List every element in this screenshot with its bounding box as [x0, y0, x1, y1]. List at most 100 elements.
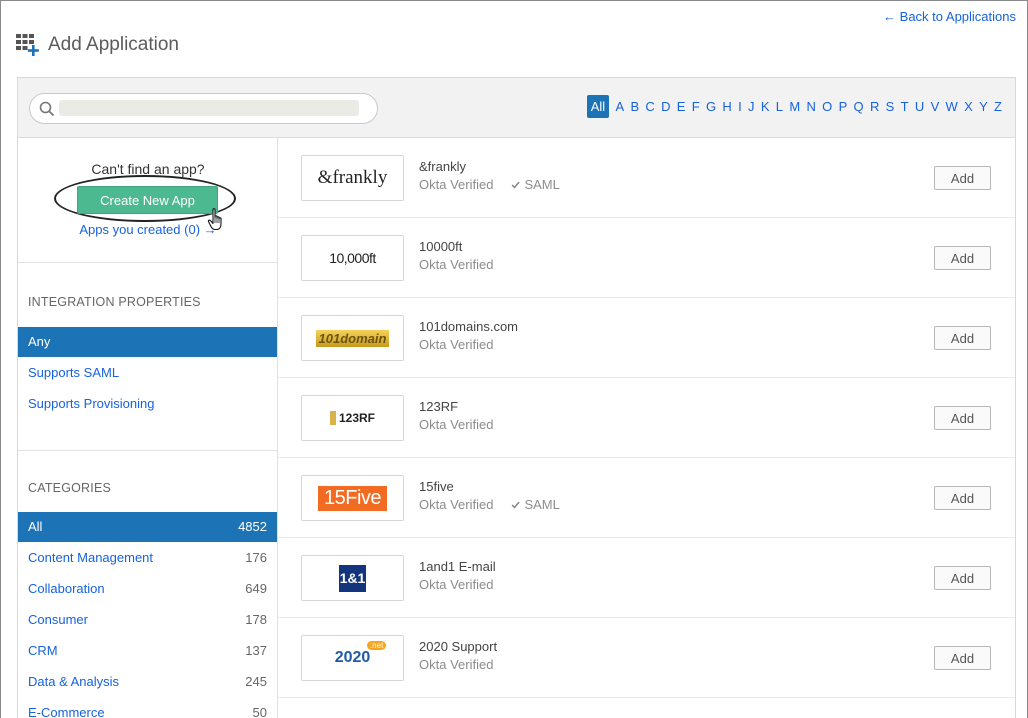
okta-verified-label: Okta Verified: [419, 177, 494, 192]
category-collaboration[interactable]: Collaboration 649: [18, 574, 277, 604]
app-row-15five: 15Five 15five Okta Verified SAML Add: [278, 458, 1015, 538]
category-label: E-Commerce: [28, 705, 105, 718]
app-logo-text: 2020: [334, 649, 371, 666]
integration-filter-label: Supports SAML: [28, 365, 120, 380]
sidebar: Can't find an app? Create New App Apps y…: [18, 138, 278, 718]
app-logo: 1&1: [301, 555, 404, 601]
alpha-filter-b[interactable]: B: [630, 95, 639, 118]
alpha-filter-u[interactable]: U: [915, 95, 924, 118]
category-count: 50: [252, 705, 267, 718]
alpha-filter-x[interactable]: X: [964, 95, 973, 118]
category-count: 649: [245, 581, 267, 596]
app-logo-mark: 2020 .net: [334, 641, 387, 667]
category-label: Content Management: [28, 550, 154, 565]
alpha-filter-k[interactable]: K: [761, 95, 770, 118]
alpha-filter-g[interactable]: G: [706, 95, 716, 118]
alpha-filter-s[interactable]: S: [886, 95, 895, 118]
saml-badge: SAML: [511, 497, 560, 512]
add-button[interactable]: Add: [934, 326, 991, 350]
alpha-filter-n[interactable]: N: [806, 95, 815, 118]
integration-filter-provisioning[interactable]: Supports Provisioning: [18, 389, 277, 419]
category-all[interactable]: All 4852: [18, 512, 277, 542]
app-row-2020-support: 2020 .net 2020 Support Okta Verified Add: [278, 618, 1015, 698]
add-button[interactable]: Add: [934, 566, 991, 590]
category-count: 178: [245, 612, 267, 627]
category-e-commerce[interactable]: E-Commerce 50: [18, 698, 277, 718]
search-input[interactable]: [59, 100, 359, 116]
app-row-101domains: 101domain 101domains.com Okta Verified A…: [278, 298, 1015, 378]
integration-filter-saml[interactable]: Supports SAML: [18, 358, 277, 388]
alpha-filter-w[interactable]: W: [946, 95, 958, 118]
okta-verified-label: Okta Verified: [419, 257, 494, 272]
app-logo: 15Five: [301, 475, 404, 521]
search-icon: [39, 101, 55, 117]
okta-verified-label: Okta Verified: [419, 657, 494, 672]
saml-label: SAML: [524, 497, 560, 512]
alpha-filter-e[interactable]: E: [677, 95, 686, 118]
category-content-management[interactable]: Content Management 176: [18, 543, 277, 573]
app-meta: Okta Verified SAML: [419, 177, 560, 192]
back-to-applications-link[interactable]: ← Back to Applications: [883, 9, 1016, 24]
category-label: All: [28, 519, 43, 534]
integration-filter-any[interactable]: Any: [18, 327, 277, 357]
app-logo: 101domain: [301, 315, 404, 361]
app-logo-text: 15Five: [317, 485, 388, 511]
alpha-filter-f[interactable]: F: [692, 95, 700, 118]
add-button[interactable]: Add: [934, 486, 991, 510]
add-button[interactable]: Add: [934, 166, 991, 190]
alpha-filter-v[interactable]: V: [931, 95, 940, 118]
app-name: 1and1 E-mail: [419, 559, 496, 574]
category-crm[interactable]: CRM 137: [18, 636, 277, 666]
category-label: CRM: [28, 643, 58, 658]
search-box[interactable]: [29, 93, 378, 124]
alpha-filter-l[interactable]: L: [776, 95, 783, 118]
alpha-filter-p[interactable]: P: [839, 95, 848, 118]
add-button[interactable]: Add: [934, 406, 991, 430]
alpha-filter-t[interactable]: T: [901, 95, 909, 118]
alpha-filter-o[interactable]: O: [822, 95, 832, 118]
app-name: 101domains.com: [419, 319, 518, 334]
category-count: 245: [245, 674, 267, 689]
app-name: 10000ft: [419, 239, 463, 254]
app-logo: 2020 .net: [301, 635, 404, 681]
add-button[interactable]: Add: [934, 246, 991, 270]
category-label: Data & Analysis: [28, 674, 120, 689]
alphabet-filter: All ABCDEFGHIJKLMNOPQRSTUVWXYZ: [586, 95, 1002, 118]
alpha-filter-j[interactable]: J: [748, 95, 755, 118]
alpha-filter-c[interactable]: C: [645, 95, 654, 118]
alpha-filter-a[interactable]: A: [615, 95, 624, 118]
alpha-filter-i[interactable]: I: [738, 95, 742, 118]
app-name: &frankly: [419, 159, 466, 174]
alpha-filter-z[interactable]: Z: [994, 95, 1002, 118]
app-meta: Okta Verified: [419, 577, 493, 592]
sidebar-divider: [18, 262, 277, 263]
category-count: 137: [245, 643, 267, 658]
categories-heading: CATEGORIES: [28, 481, 112, 495]
alpha-filter-h[interactable]: H: [722, 95, 731, 118]
checkmark-icon: [511, 501, 521, 509]
app-logo: 10,000ft: [301, 235, 404, 281]
category-consumer[interactable]: Consumer 178: [18, 605, 277, 635]
alpha-filter-m[interactable]: M: [789, 95, 800, 118]
catalog-toolbar: All ABCDEFGHIJKLMNOPQRSTUVWXYZ: [18, 78, 1015, 138]
add-button[interactable]: Add: [934, 646, 991, 670]
create-new-app-button[interactable]: Create New App: [77, 186, 218, 214]
app-logo: 123RF: [301, 395, 404, 441]
alpha-filter-r[interactable]: R: [870, 95, 879, 118]
category-label: Consumer: [28, 612, 88, 627]
sidebar-divider: [18, 450, 277, 451]
saml-label: SAML: [524, 177, 560, 192]
alpha-filter-d[interactable]: D: [661, 95, 670, 118]
alpha-filter-y[interactable]: Y: [979, 95, 988, 118]
okta-verified-label: Okta Verified: [419, 417, 494, 432]
app-meta: Okta Verified: [419, 417, 493, 432]
add-app-grid-icon: [16, 34, 39, 56]
integration-filter-label: Any: [28, 334, 51, 349]
apps-you-created-link[interactable]: Apps you created (0) →: [18, 222, 278, 237]
app-name: 123RF: [419, 399, 459, 414]
category-data-analysis[interactable]: Data & Analysis 245: [18, 667, 277, 697]
category-label: Collaboration: [28, 581, 105, 596]
alpha-filter-all[interactable]: All: [586, 95, 610, 118]
alpha-filter-q[interactable]: Q: [854, 95, 864, 118]
app-name: 15five: [419, 479, 454, 494]
